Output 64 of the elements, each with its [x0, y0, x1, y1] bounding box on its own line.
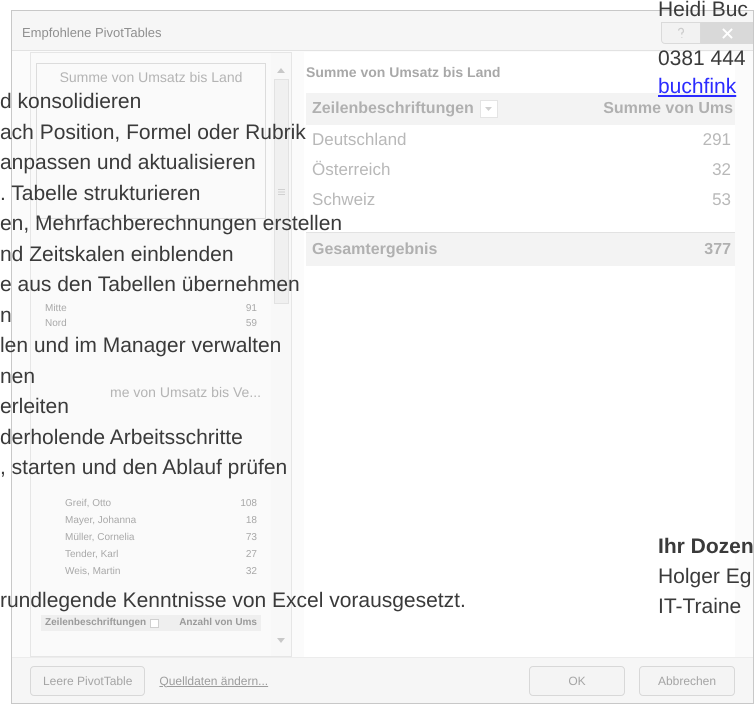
- row-label: Gesamtergebnis: [312, 240, 438, 260]
- document-text-line: ach Position, Formel oder Rubrik: [0, 120, 306, 144]
- lecturer-heading: Ihr Dozen: [658, 534, 754, 560]
- row-label: Deutschland: [312, 130, 407, 150]
- help-icon: [677, 27, 685, 39]
- caret-icon: [485, 107, 492, 111]
- mini-row-label: Tender, Karl: [65, 548, 118, 562]
- document-text-line: erleiten: [0, 394, 69, 419]
- document-text-line: n: [0, 302, 12, 328]
- dialog-button[interactable]: Leere PivotTable: [30, 666, 146, 696]
- email-link[interactable]: buchfink: [658, 75, 736, 99]
- mini-row-label: Weis, Martin: [65, 565, 120, 579]
- scroll-down-icon[interactable]: [277, 638, 285, 644]
- document-text-line: derholende Arbeitsschritte: [0, 424, 243, 450]
- contact-phone: 0381 444: [658, 46, 746, 72]
- mini-row-label: Mitte: [45, 302, 67, 316]
- source-data-link[interactable]: Quelldaten ändern...: [159, 672, 268, 690]
- document-text-line: rundlegende Kenntnisse von Excel vorausgesetzt.: [0, 588, 466, 613]
- document-text-line: len und im Manager verwalten: [0, 333, 282, 358]
- row-value: 291: [702, 130, 731, 150]
- grip-icon: [278, 188, 284, 194]
- document-text-line: anpassen und aktualisieren: [0, 150, 256, 175]
- document-text-line: nen: [0, 364, 36, 388]
- column-header: Summe von Ums: [603, 99, 733, 119]
- document-text-line: , starten und den Ablauf prüfen: [0, 455, 288, 480]
- close-button[interactable]: [701, 22, 753, 44]
- help-button[interactable]: [661, 22, 701, 44]
- dialog-title: Empfohlene PivotTables: [22, 24, 162, 42]
- preview-title: Summe von Umsatz bis Land: [306, 63, 502, 82]
- mini-row-label: Mayer, Johanna: [65, 514, 136, 528]
- mini-row-value: 108: [240, 497, 257, 511]
- filter-icon: [150, 618, 160, 628]
- filter-dropdown[interactable]: [480, 100, 498, 118]
- card-title: Summe von Umsatz bis Land: [60, 68, 242, 87]
- scroll-up-icon[interactable]: [277, 67, 285, 73]
- row-value: 32: [712, 160, 731, 180]
- mini-row-label: Greif, Otto: [65, 497, 112, 511]
- document-text-line: . Tabelle strukturieren: [0, 180, 200, 206]
- row-label: Österreich: [312, 160, 390, 180]
- mini-header-label: Zeilenbeschriftungen: [45, 616, 146, 630]
- dialog-button[interactable]: Abbrechen: [639, 666, 735, 696]
- mini-row-value: 32: [246, 565, 257, 579]
- mini-row-value: 27: [246, 548, 257, 562]
- mini-row-value: 73: [246, 531, 257, 545]
- close-icon: [722, 28, 732, 38]
- mini-row-value: 91: [246, 302, 257, 316]
- column-header: Zeilenbeschriftungen: [312, 99, 474, 119]
- card-title: me von Umsatz bis Ve...: [110, 383, 261, 402]
- mini-row-value: 59: [246, 317, 257, 331]
- lecturer-role: IT-Traine: [658, 594, 742, 620]
- mini-row-label: Müller, Cornelia: [65, 531, 134, 545]
- document-text-line: e aus den Tabellen übernehmen: [0, 272, 300, 297]
- row-label: Schweiz: [312, 190, 376, 210]
- row-value: 377: [704, 240, 731, 260]
- dialog-button[interactable]: OK: [529, 666, 625, 696]
- mini-row-label: Nord: [45, 317, 67, 331]
- mini-header-label: Anzahl von Ums: [179, 616, 257, 630]
- contact-name: Heidi Buc: [658, 0, 748, 20]
- mini-row-value: 18: [246, 514, 257, 528]
- document-text-line: nd Zeitskalen einblenden: [0, 242, 234, 266]
- row-value: 53: [712, 190, 731, 210]
- document-text-line: d konsolidieren: [0, 89, 142, 114]
- lecturer-name: Holger Eg: [658, 564, 752, 590]
- document-text-line: en, Mehrfachberechnungen erstellen: [0, 211, 342, 236]
